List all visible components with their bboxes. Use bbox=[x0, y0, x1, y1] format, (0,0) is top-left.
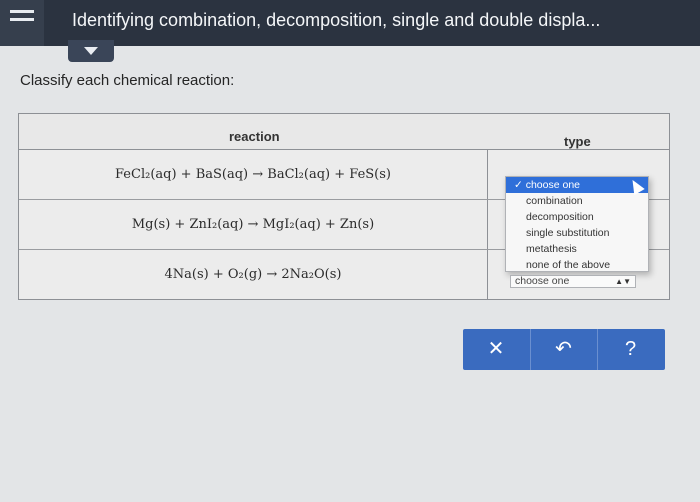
question-prompt: Classify each chemical reaction: bbox=[20, 72, 235, 89]
dropdown-option-none-of-the-above[interactable]: none of the above bbox=[506, 257, 648, 273]
type-dropdown-menu[interactable]: ✓ choose one combination decomposition s… bbox=[505, 176, 649, 272]
dropdown-option-single-substitution[interactable]: single substitution bbox=[506, 225, 648, 241]
page-title: Identifying combination, decomposition, … bbox=[72, 10, 601, 30]
caret-down-icon bbox=[84, 47, 98, 55]
table-header: reaction type bbox=[19, 114, 669, 150]
reaction-equation: FeCl₂(aq) + BaS(aq) → BaCl₂(aq) + FeS(s) bbox=[115, 167, 391, 182]
undo-button[interactable]: ↶ bbox=[530, 329, 596, 370]
menu-icon[interactable] bbox=[0, 0, 44, 46]
select-arrows-icon: ▲▼ bbox=[615, 277, 631, 286]
dropdown-option-choose-one[interactable]: ✓ choose one bbox=[506, 177, 648, 193]
type-select[interactable]: choose one ▲▼ bbox=[510, 275, 636, 288]
action-toolbar: ✕ ↶ ? bbox=[463, 329, 665, 370]
reaction-equation: Mg(s) + ZnI₂(aq) → MgI₂(aq) + Zn(s) bbox=[131, 217, 375, 232]
clear-button[interactable]: ✕ bbox=[463, 329, 529, 370]
collapse-toggle[interactable] bbox=[68, 40, 114, 62]
type-select-value: choose one bbox=[515, 275, 570, 287]
help-button[interactable]: ? bbox=[597, 329, 663, 370]
dropdown-option-decomposition[interactable]: decomposition bbox=[506, 209, 648, 225]
column-header-type: type bbox=[564, 134, 591, 149]
dropdown-option-combination[interactable]: combination bbox=[506, 193, 648, 209]
column-header-reaction: reaction bbox=[229, 129, 280, 144]
dropdown-option-metathesis[interactable]: metathesis bbox=[506, 241, 648, 257]
reaction-equation: 4Na(s) + O₂(g) → 2Na₂O(s) bbox=[164, 267, 342, 282]
